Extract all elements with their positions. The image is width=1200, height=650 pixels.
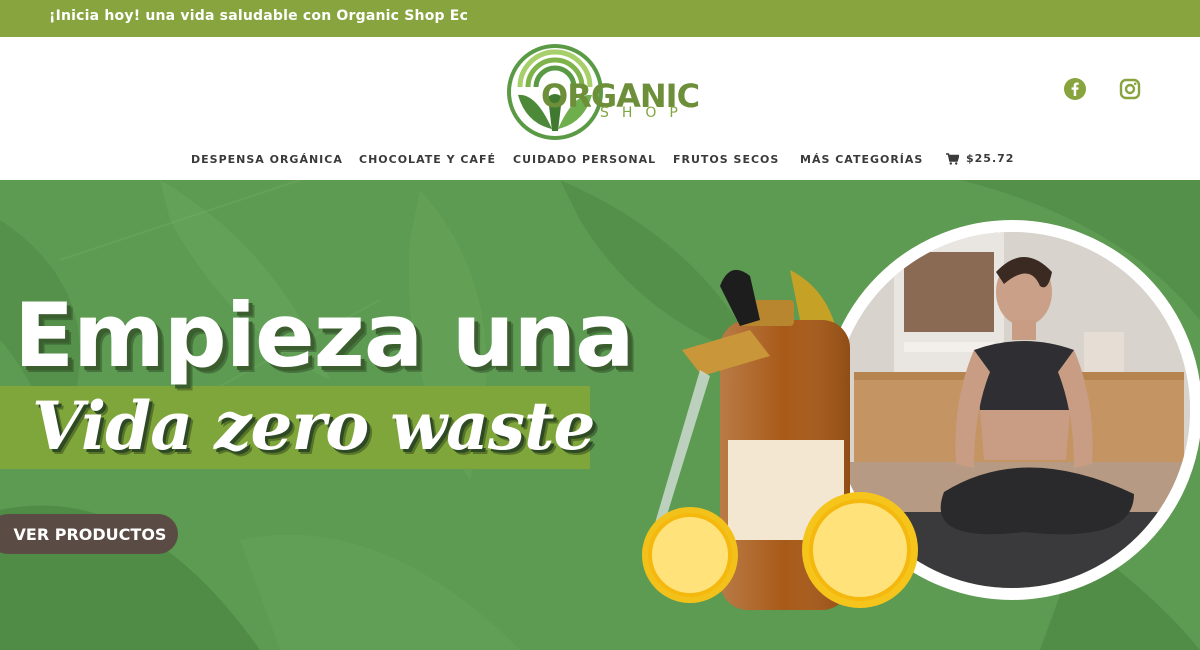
instagram-link[interactable] [1118,77,1142,101]
hero-headline: Empieza una [14,284,635,387]
instagram-icon [1119,78,1141,100]
nav-item-cuidado[interactable]: CUIDADO PERSONAL [513,153,656,166]
cart-amount: $25.72 [966,152,1015,165]
nav-item-chocolate[interactable]: CHOCOLATE Y CAFÉ [359,153,496,166]
logo-subtitle: SHOP [600,105,691,121]
cart-button[interactable]: $25.72 [946,152,1014,165]
main-nav: DESPENSA ORGÁNICA CHOCOLATE Y CAFÉ CUIDA… [0,152,1200,169]
site-header: ORGANIC SHOP DESPENSA ORGÁNICA CHOCOLATE… [0,37,1200,180]
hero-script-line: Vida zero waste [32,387,595,465]
hero-banner: Empieza una Vida zero waste VER PRODUCTO… [0,180,1200,650]
ver-productos-button[interactable]: VER PRODUCTOS [0,514,178,554]
nav-item-despensa[interactable]: DESPENSA ORGÁNICA [191,153,343,166]
facebook-icon [1064,78,1086,100]
facebook-link[interactable] [1063,77,1087,101]
oil-bottle-lemons-image [642,269,918,610]
cart-icon [946,152,959,165]
nav-item-mas-categorias[interactable]: MÁS CATEGORÍAS [800,153,923,166]
nav-item-frutos[interactable]: FRUTOS SECOS [673,153,779,166]
promo-bar: ¡Inicia hoy! una vida saludable con Orga… [0,0,1200,37]
promo-text: ¡Inicia hoy! una vida saludable con Orga… [49,8,469,24]
